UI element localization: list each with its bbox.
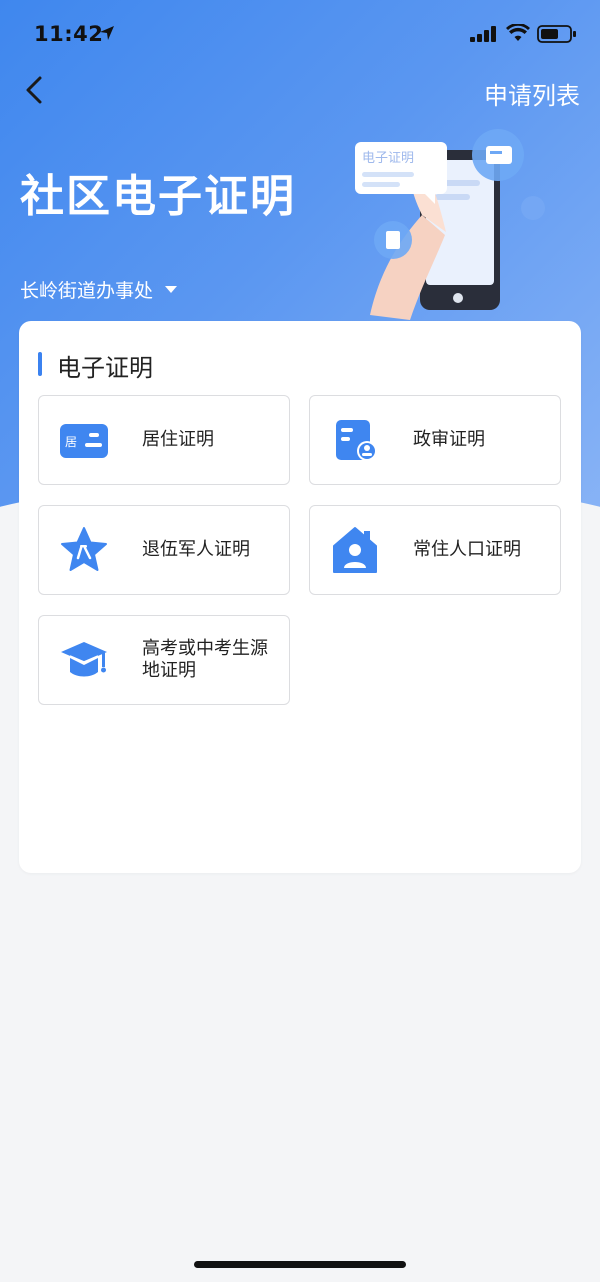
wifi-icon [506, 24, 530, 41]
tile-resident-population-certificate[interactable]: 常住人口证明 [309, 505, 561, 595]
tile-veteran-certificate[interactable]: 退伍军人证明 [38, 505, 290, 595]
status-bar: 11:42 [0, 0, 600, 70]
veteran-star-icon [61, 527, 107, 571]
section-title: 电子证明 [38, 348, 153, 383]
house-person-icon [333, 527, 377, 573]
tile-label: 政审证明 [413, 429, 485, 450]
svg-text:居: 居 [65, 435, 77, 449]
phone-hand-illustration: 电子证明 [355, 129, 545, 320]
office-label: 长岭街道办事处 [20, 280, 154, 302]
battery-icon [537, 25, 576, 43]
status-time: 11:42 [34, 22, 104, 46]
dropdown-caret-icon [165, 286, 178, 293]
tile-label: 常住人口证明 [413, 539, 521, 560]
tile-political-review-certificate[interactable]: 政审证明 [309, 395, 561, 485]
home-indicator [194, 1261, 406, 1268]
apply-list-link[interactable]: 申请列表 [484, 76, 580, 111]
e-certificate-card: 电子证明 居 居住证明 政审证明 退伍军人证明 常住人口证明 高考或中考生源地证… [19, 321, 581, 873]
tile-label: 退伍军人证明 [142, 539, 250, 560]
back-chevron-icon[interactable] [18, 72, 54, 108]
residence-card-icon: 居 [60, 424, 108, 458]
tile-label: 居住证明 [142, 429, 214, 450]
tile-label: 高考或中考生源地证明 [142, 638, 268, 681]
page-title: 社区电子证明 [20, 171, 296, 222]
location-arrow-icon [100, 26, 114, 40]
political-review-doc-icon [336, 420, 377, 461]
tile-student-origin-certificate[interactable]: 高考或中考生源地证明 [38, 615, 290, 705]
graduation-cap-icon [61, 642, 107, 677]
illustration-bubble-text: 电子证明 [362, 151, 414, 166]
office-selector[interactable]: 长岭街道办事处 [20, 276, 178, 303]
tile-residence-certificate[interactable]: 居 居住证明 [38, 395, 290, 485]
cellular-signal-icon [470, 26, 496, 42]
